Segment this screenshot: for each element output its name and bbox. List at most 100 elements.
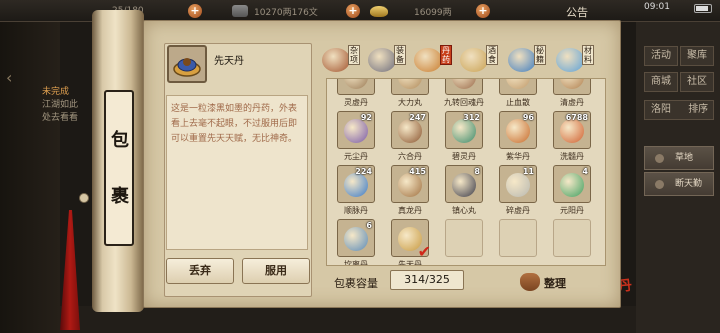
empty-slot[interactable]: [445, 219, 483, 257]
item-quantity: 247: [409, 113, 426, 122]
item-slot[interactable]: 4: [553, 165, 591, 203]
side-item-label: 断天勤: [675, 179, 703, 189]
item-name-label: 顺脉丹: [344, 206, 368, 215]
material-crystal-icon: [556, 48, 584, 72]
capacity-label: 包裹容量: [334, 277, 378, 290]
item-name-label: 大力丸: [398, 98, 422, 107]
tab-label: 材料: [582, 45, 594, 65]
item-slot[interactable]: [391, 79, 429, 95]
item-name-label: 坎离丹: [344, 260, 368, 266]
item-slot[interactable]: [445, 79, 483, 95]
tab-category[interactable]: 秘籍: [508, 45, 552, 75]
pill-icon: [452, 173, 476, 197]
item-name-label: 元尘丹: [344, 152, 368, 161]
tab-category[interactable]: 装备: [368, 45, 412, 75]
item-slot[interactable]: 11: [499, 165, 537, 203]
stat-plus-button[interactable]: +: [188, 3, 202, 19]
item-slot[interactable]: 96: [499, 111, 537, 149]
item-slot[interactable]: 415: [391, 165, 429, 203]
item-description: 这是一粒漆黑如墨的丹药，外表看上去毫不起眼，不过服用后即可以重置先天天赋，无比神…: [171, 104, 298, 144]
capacity-value: 314/325: [390, 270, 464, 290]
community-button[interactable]: 社区: [680, 72, 714, 92]
discard-button[interactable]: 丢弃: [166, 258, 234, 284]
tab-category[interactable]: 杂项: [322, 45, 366, 75]
equipment-icon: [368, 48, 396, 72]
item-quantity: 92: [360, 113, 372, 122]
pill-icon: [506, 173, 530, 197]
ingot-value: 16099两: [414, 7, 452, 18]
item-name-label: 止血散: [506, 98, 530, 107]
collapse-arrow-icon[interactable]: ‹: [6, 68, 12, 87]
tab-label: 秘籍: [534, 45, 546, 65]
pill-icon: [506, 119, 530, 143]
item-name-label: 真龙丹: [398, 206, 422, 215]
item-name-label: 六合丹: [398, 152, 422, 161]
sort-button[interactable]: 整理: [520, 272, 572, 294]
item-slot[interactable]: 6: [337, 219, 375, 257]
pill-icon: [414, 48, 442, 72]
pill-icon: [506, 79, 530, 89]
side-item-duantian[interactable]: 断天勤: [644, 172, 714, 196]
item-slot[interactable]: 6788: [553, 111, 591, 149]
inventory-title-plate: 包 裹: [104, 90, 134, 246]
sort-label: 整理: [544, 277, 566, 290]
item-quantity: 6788: [565, 113, 588, 122]
item-name-label: 元阳丹: [560, 206, 584, 215]
item-quantity: 312: [463, 113, 480, 122]
activity-button[interactable]: 活动: [644, 46, 678, 66]
shop-button[interactable]: 商城: [644, 72, 678, 92]
item-grid[interactable]: 灵虚丹 大力丸 九转回魂丹 止血散 清虚丹 92 元尘丹 247 六合丹 312 碧灵丹 96 紫华丹 6…: [326, 78, 606, 266]
pill-icon: [452, 119, 476, 143]
item-quantity: 4: [582, 167, 588, 176]
side-item-grass[interactable]: 草地: [644, 146, 714, 170]
money-bag-icon: [520, 273, 540, 291]
pill-icon: [344, 173, 368, 197]
tab-category[interactable]: 酒食: [460, 45, 504, 75]
pill-icon: [560, 119, 584, 143]
empty-slot[interactable]: [499, 219, 537, 257]
ingot-display: 16099两: [370, 3, 452, 19]
item-name-label: 镇心丸: [452, 206, 476, 215]
tab-category[interactable]: 丹药: [414, 45, 458, 75]
use-button[interactable]: 服用: [242, 258, 310, 284]
title-char: 包: [111, 130, 129, 151]
tab-category[interactable]: 材料: [556, 45, 600, 75]
pill-icon: [398, 79, 422, 89]
item-quantity: 11: [522, 167, 534, 176]
item-slot[interactable]: 247: [391, 111, 429, 149]
item-name-label: 碧灵丹: [452, 152, 476, 161]
item-slot[interactable]: 312: [445, 111, 483, 149]
title-char: 裹: [111, 186, 129, 207]
empty-slot[interactable]: [553, 219, 591, 257]
notice-button[interactable]: 公告: [566, 4, 588, 20]
tab-label: 丹药: [440, 45, 452, 65]
tab-label: 杂项: [348, 45, 360, 65]
location-label: 洛阳 排序: [644, 100, 714, 120]
item-slot[interactable]: [499, 79, 537, 95]
battery-icon: [694, 4, 712, 13]
item-slot[interactable]: [337, 79, 375, 95]
pill-icon: [344, 79, 368, 89]
money-plus-button[interactable]: +: [346, 3, 360, 19]
item-slot[interactable]: [553, 79, 591, 95]
book-icon: [508, 48, 536, 72]
item-slot[interactable]: 224: [337, 165, 375, 203]
item-name-label: 灵虚丹: [344, 98, 368, 107]
left-side-panel: ‹ 未完成 江湖如此 处去看看: [0, 22, 78, 333]
pill-icon: [344, 119, 368, 143]
item-quantity: 96: [522, 113, 534, 122]
item-slot[interactable]: 8: [445, 165, 483, 203]
pill-icon: [398, 173, 422, 197]
clock: 09:01: [644, 2, 670, 12]
money-value: 10270两176文: [254, 7, 318, 18]
item-name-label: 先天丹: [398, 260, 422, 266]
library-button[interactable]: 聚库: [680, 46, 714, 66]
item-name-label: 九转回魂丹: [444, 98, 484, 107]
ingot-plus-button[interactable]: +: [476, 3, 490, 19]
tab-label: 酒食: [486, 45, 498, 65]
pill-icon: [398, 119, 422, 143]
bottom-toolbar: [60, 306, 636, 333]
item-slot[interactable]: 92: [337, 111, 375, 149]
grass-icon: [655, 154, 664, 163]
item-slot[interactable]: ✔: [391, 219, 431, 261]
